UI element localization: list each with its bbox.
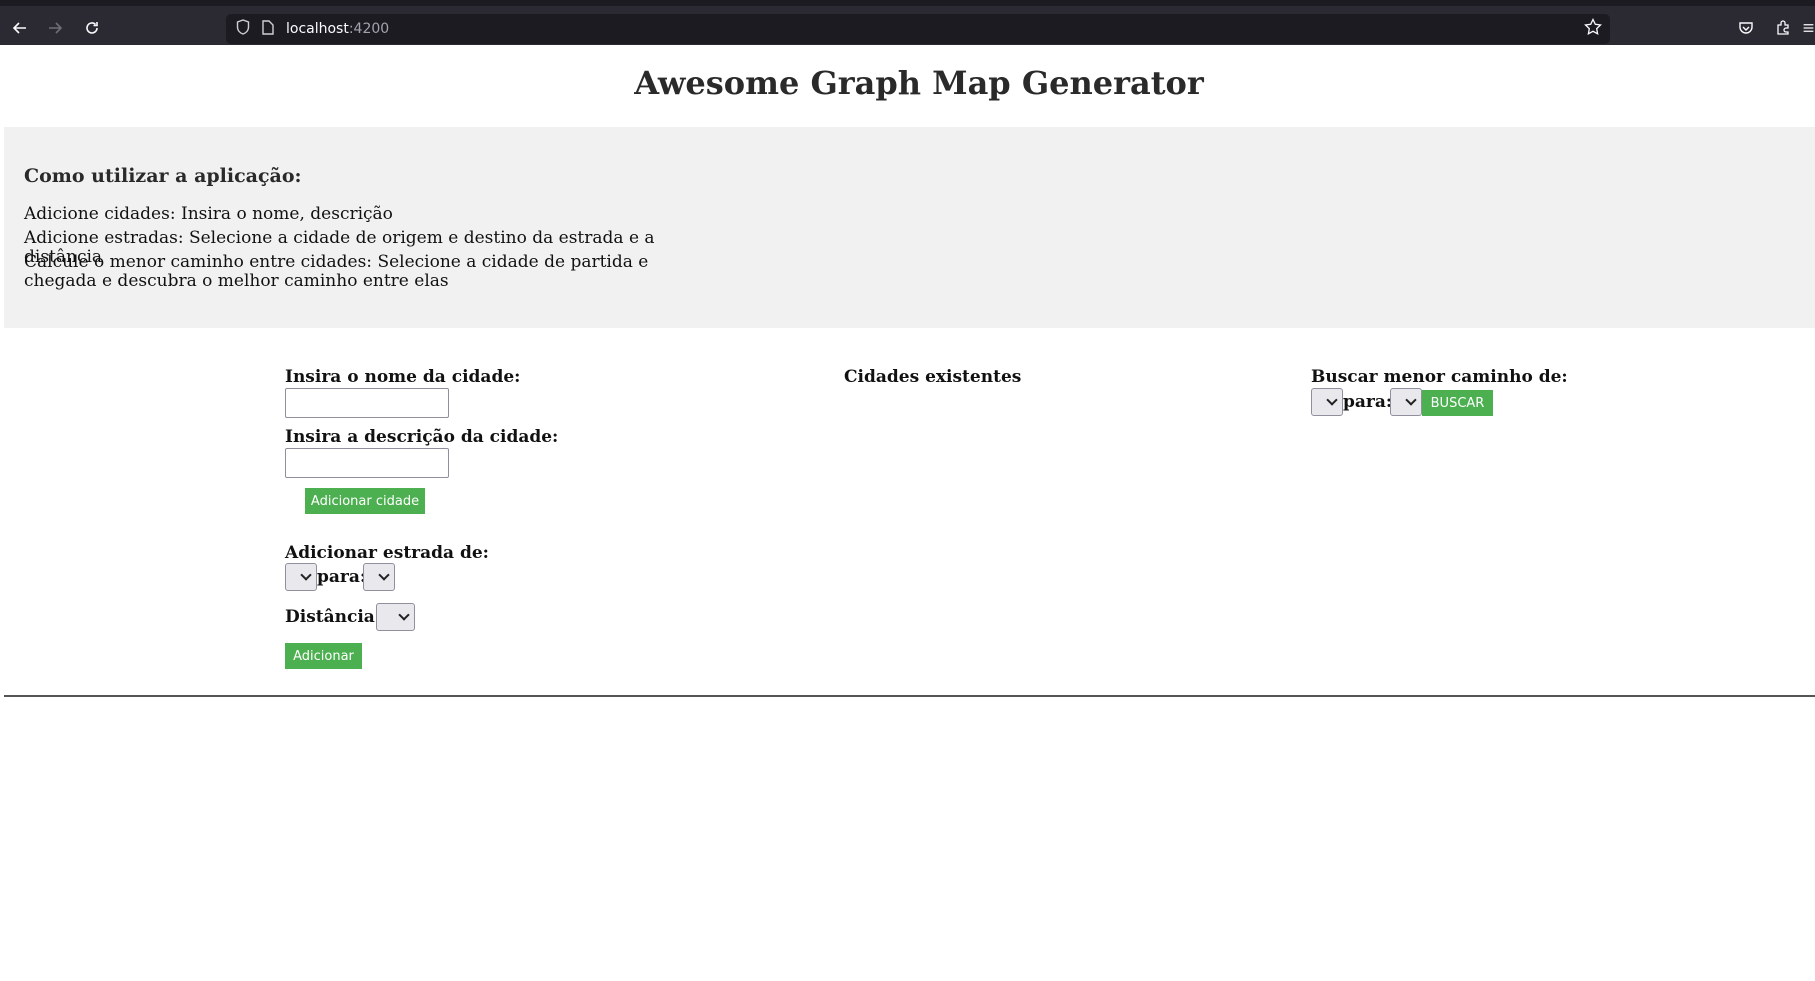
path-to-select[interactable] — [1390, 388, 1422, 416]
pocket-icon[interactable] — [1734, 16, 1758, 40]
shield-icon[interactable] — [236, 19, 252, 39]
city-name-label: Insira o nome da cidade: — [285, 367, 521, 387]
road-to-select[interactable] — [363, 563, 395, 591]
page-icon — [262, 19, 276, 39]
forward-arrow-icon[interactable] — [42, 15, 68, 41]
distance-label: Distância: — [285, 607, 382, 627]
reload-icon[interactable] — [79, 15, 105, 41]
path-to-label: para: — [1343, 392, 1393, 412]
address-bar[interactable]: localhost:4200 — [226, 14, 1610, 44]
city-description-input[interactable] — [285, 448, 449, 478]
menu-icon[interactable] — [1802, 16, 1815, 40]
chevron-down-icon — [378, 569, 390, 581]
divider — [4, 695, 1815, 697]
city-name-input[interactable] — [285, 388, 449, 418]
path-from-select[interactable] — [1311, 388, 1343, 416]
path-from-label: Buscar menor caminho de: — [1311, 367, 1568, 387]
chevron-down-icon — [398, 609, 410, 621]
url-port: :4200 — [348, 21, 390, 37]
url-text[interactable]: localhost:4200 — [286, 21, 389, 37]
distance-select[interactable] — [376, 603, 415, 631]
chevron-down-icon — [300, 569, 312, 581]
extensions-icon[interactable] — [1771, 16, 1795, 40]
city-description-label: Insira a descrição da cidade: — [285, 427, 559, 447]
instruction-item: Adicione cidades: Insira o nome, descriç… — [24, 204, 393, 224]
add-city-button[interactable]: Adicionar cidade — [305, 488, 425, 514]
instructions-heading: Como utilizar a aplicação: — [24, 165, 302, 187]
existing-cities-heading: Cidades existentes — [844, 367, 1022, 387]
instructions-panel: Como utilizar a aplicação: Adicione cida… — [4, 127, 1815, 328]
add-road-button[interactable]: Adicionar — [285, 643, 362, 669]
browser-toolbar: localhost:4200 — [0, 0, 1815, 45]
road-from-select[interactable] — [285, 563, 317, 591]
search-button[interactable]: BUSCAR — [1422, 390, 1493, 416]
instruction-item: Calcule o menor caminho entre cidades: S… — [24, 252, 649, 291]
back-arrow-icon[interactable] — [7, 15, 33, 41]
chevron-down-icon — [1326, 394, 1338, 406]
star-icon[interactable] — [1584, 17, 1602, 41]
chevron-down-icon — [1405, 394, 1417, 406]
url-host: localhost — [286, 21, 349, 37]
road-from-label: Adicionar estrada de: — [285, 543, 489, 563]
road-to-label: para: — [317, 567, 367, 587]
page-title: Awesome Graph Map Generator — [634, 64, 1204, 102]
